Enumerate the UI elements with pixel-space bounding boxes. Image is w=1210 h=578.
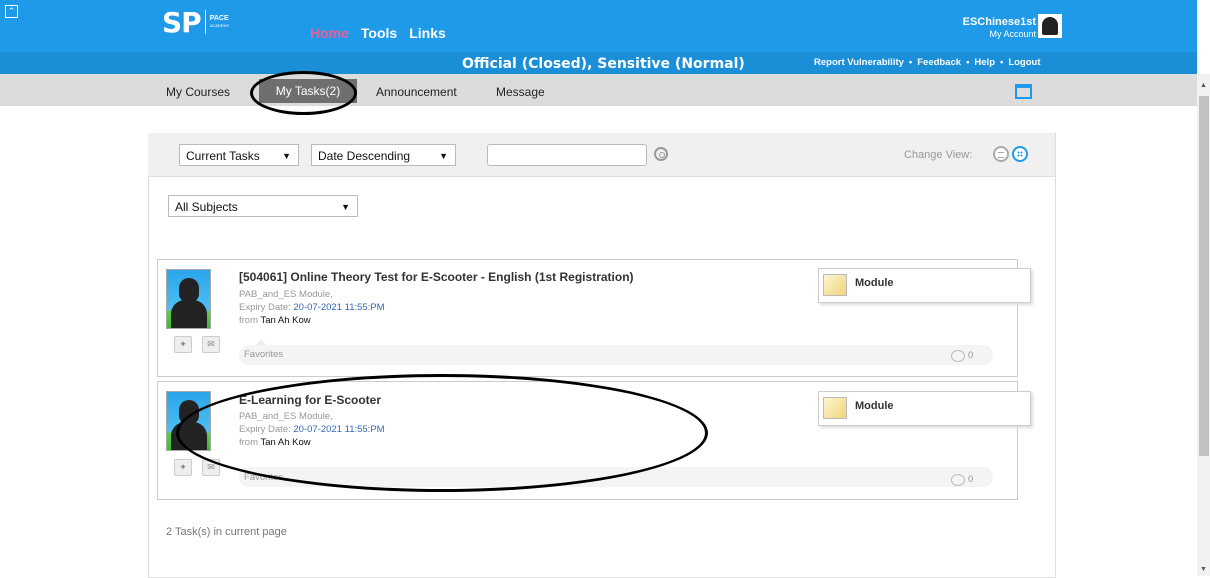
task-title[interactable]: [504061] Online Theory Test for E-Scoote…	[239, 270, 634, 284]
task-module: PAB_and_ES Module,	[239, 289, 333, 300]
status-select-value: Current Tasks	[186, 149, 260, 163]
pin-icon[interactable]: ✦	[174, 336, 192, 353]
avatar[interactable]	[1038, 14, 1062, 38]
scroll-down-icon[interactable]: ▼	[1200, 566, 1207, 573]
chevron-down-icon: ▼	[439, 151, 448, 161]
highlight-oval-tasks-tab	[250, 71, 357, 115]
chevron-down-icon: ▼	[341, 202, 350, 212]
change-view-label: Change View:	[904, 149, 973, 161]
task-thumbnail[interactable]	[166, 269, 211, 329]
main-nav: Home Tools Links	[310, 25, 446, 41]
logo-sub2: ACADEMY	[209, 23, 230, 28]
subject-select[interactable]: All Subjects ▼	[168, 195, 358, 217]
sort-select[interactable]: Date Descending ▼	[311, 144, 456, 166]
tab-my-courses[interactable]: My Courses	[166, 85, 230, 99]
expiry-date: 20-07-2021 11:55:PM	[293, 302, 385, 313]
top-links: Report Vulnerability • Feedback • Help •…	[814, 57, 1041, 68]
help-link[interactable]: Help	[974, 57, 995, 68]
module-badge[interactable]: Module	[818, 391, 1031, 426]
tab-message[interactable]: Message	[496, 85, 545, 99]
favorites-label[interactable]: Favorites	[244, 349, 283, 360]
scroll-up-icon[interactable]: ▲	[1200, 82, 1207, 89]
list-view-icon[interactable]	[993, 146, 1009, 162]
nav-links[interactable]: Links	[409, 25, 446, 41]
search-input[interactable]	[487, 144, 647, 166]
calendar-icon[interactable]	[1015, 84, 1032, 99]
comment-icon[interactable]	[951, 350, 965, 362]
comment-count: 0	[968, 350, 974, 361]
tab-announcement[interactable]: Announcement	[376, 85, 457, 99]
task-expiry: Expiry Date: 20-07-2021 11:55:PM	[239, 302, 385, 313]
favorites-bar[interactable]	[239, 345, 993, 365]
sort-select-value: Date Descending	[318, 149, 411, 163]
my-account-link[interactable]: My Account	[950, 28, 1036, 40]
account-info: ESChinese1st My Account	[950, 16, 1036, 40]
from-name: Tan Ah Kow	[260, 315, 311, 326]
task-from: from Tan Ah Kow	[239, 315, 311, 326]
highlight-oval-task2	[176, 374, 708, 492]
logo-sub1: PACE	[209, 15, 229, 22]
expiry-label: Expiry Date:	[239, 302, 291, 313]
pin-icon[interactable]: ✦	[174, 459, 192, 476]
status-select[interactable]: Current Tasks ▼	[179, 144, 299, 166]
search-icon[interactable]	[654, 147, 668, 161]
module-icon	[823, 397, 847, 419]
logout-link[interactable]: Logout	[1008, 57, 1040, 68]
comment-icon[interactable]	[951, 474, 965, 486]
module-icon	[823, 274, 847, 296]
nav-tools[interactable]: Tools	[361, 25, 397, 41]
from-label: from	[239, 315, 258, 326]
report-vulnerability-link[interactable]: Report Vulnerability	[814, 57, 904, 68]
chevron-down-icon: ▼	[282, 151, 291, 161]
user-name[interactable]: ESChinese1st	[950, 16, 1036, 28]
sp-logo[interactable]: SP PACE ACADEMY	[162, 5, 230, 39]
scrollbar-thumb[interactable]	[1199, 96, 1209, 456]
task-count: 2 Task(s) in current page	[166, 526, 287, 538]
logo-text: PACE ACADEMY	[210, 15, 230, 29]
separator: •	[966, 57, 970, 68]
grid-view-icon[interactable]	[1012, 146, 1028, 162]
mail-icon[interactable]: ✉	[202, 336, 220, 353]
module-label: Module	[855, 277, 894, 289]
classification-label: Official (Closed), Sensitive (Normal)	[462, 56, 745, 72]
nav-home[interactable]: Home	[310, 25, 349, 41]
separator: •	[908, 57, 913, 68]
logo-main: SP	[162, 5, 202, 39]
comment-count: 0	[968, 474, 974, 485]
double-chevron-up-icon[interactable]: ⌃	[5, 5, 18, 18]
module-badge[interactable]: Module	[818, 268, 1031, 303]
separator: •	[1000, 57, 1004, 68]
feedback-link[interactable]: Feedback	[917, 57, 961, 68]
subject-select-value: All Subjects	[175, 200, 238, 214]
logo-divider	[204, 10, 206, 34]
module-label: Module	[855, 400, 894, 412]
